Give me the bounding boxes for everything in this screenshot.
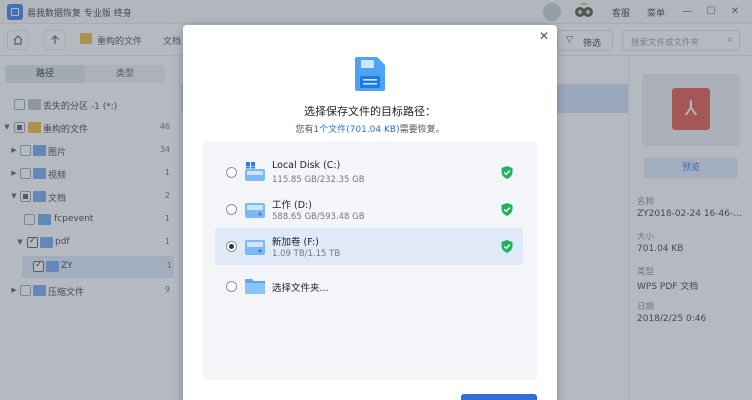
radio-button[interactable] <box>226 204 237 215</box>
destination-list: Local Disk (C:) 115.85 GB/232.35 GB 工作 (… <box>203 142 537 380</box>
destination-capacity: 588.65 GB/593.48 GB <box>272 212 365 222</box>
drive-icon <box>245 240 265 255</box>
dialog-title: 选择保存文件的目标路径： <box>304 105 436 118</box>
recover-button[interactable] <box>461 394 537 400</box>
dialog-subtitle: 您有1个文件(701.04 KB)需要恢复。 <box>183 122 557 135</box>
destination-name: 工作 (D:) <box>272 200 312 211</box>
destination-row-d[interactable]: 工作 (D:) 588.65 GB/593.48 GB <box>215 191 523 228</box>
destination-capacity: 1.09 TB/1.15 TB <box>272 249 341 259</box>
destination-row-c[interactable]: Local Disk (C:) 115.85 GB/232.35 GB <box>215 154 523 191</box>
drive-icon <box>245 162 265 181</box>
shield-check-icon <box>501 203 513 216</box>
shield-check-icon <box>501 166 513 179</box>
destination-row-folder[interactable]: 选择文件夹... <box>215 268 523 305</box>
drive-icon <box>245 203 265 218</box>
destination-row-f[interactable]: 新加卷 (F:) 1.09 TB/1.15 TB <box>215 228 523 265</box>
save-location-dialog: ✕ 选择保存文件的目标路径： 您有1个文件(701.04 KB)需要恢复。 Lo… <box>183 25 557 400</box>
radio-button[interactable] <box>226 281 237 292</box>
destination-name: 新加卷 (F:) <box>272 237 319 248</box>
close-icon[interactable]: ✕ <box>537 29 551 43</box>
destination-capacity: 115.85 GB/232.35 GB <box>272 175 365 185</box>
save-file-icon <box>355 57 385 91</box>
destination-name: Local Disk (C:) <box>272 160 341 171</box>
radio-button[interactable] <box>226 167 237 178</box>
radio-button-selected[interactable] <box>226 241 237 252</box>
subtitle-suffix: 需要恢复。 <box>399 125 445 135</box>
folder-icon <box>245 279 265 294</box>
file-count-highlight: 1个文件(701.04 KB) <box>313 125 400 135</box>
shield-check-icon <box>501 240 513 253</box>
destination-name: 选择文件夹... <box>272 283 329 294</box>
subtitle-prefix: 您有 <box>295 125 314 135</box>
